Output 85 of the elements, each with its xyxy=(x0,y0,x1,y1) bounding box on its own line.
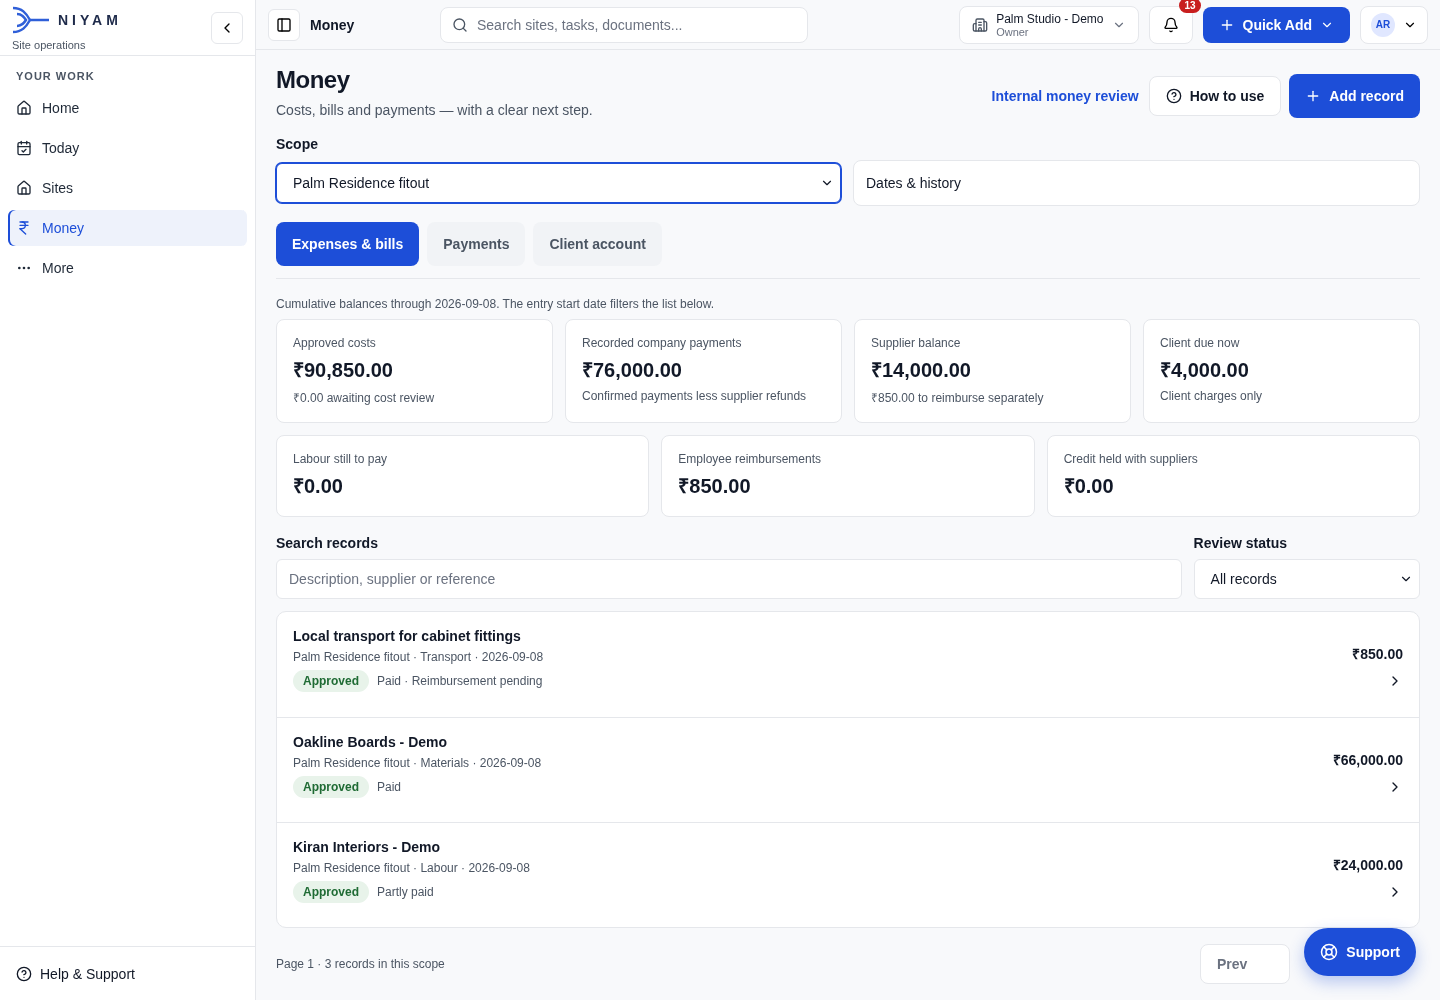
stat-label: Credit held with suppliers xyxy=(1063,452,1199,466)
stat-value: ₹0.00 xyxy=(293,474,344,499)
dates-history-toggle[interactable]: Dates & history xyxy=(853,160,1420,206)
brand-name: NIYAM xyxy=(58,11,122,28)
stat-value: ₹0.00 xyxy=(1063,474,1115,499)
stat-value: ₹90,850.00 xyxy=(293,358,394,383)
status-tag: Approved xyxy=(293,776,369,798)
stat-label: Client due now xyxy=(1160,336,1241,350)
stat-detail: ₹850.00 to reimburse separately xyxy=(871,390,1045,406)
organization-switcher[interactable]: Palm Studio - Demo Owner xyxy=(959,5,1139,44)
record-meta: Palm Residence fitout · Materials · 2026-09-08 xyxy=(293,756,542,770)
balances-note: Cumulative balances through 2026-09-08. The entry start date filters the list below. xyxy=(276,297,716,311)
review-status-select[interactable]: All records xyxy=(1193,559,1420,599)
quick-add-button[interactable]: Quick Add xyxy=(1202,6,1350,43)
search-field[interactable]: Search sites, tasks, documents... xyxy=(440,6,808,43)
page-title: Money xyxy=(276,66,351,94)
scope-select[interactable]: Palm Residence fitout xyxy=(276,163,841,203)
bell-icon xyxy=(1162,16,1179,33)
support-button[interactable]: Support xyxy=(1304,928,1416,976)
stat-label: Approved costs xyxy=(293,336,377,350)
status-tag: Approved xyxy=(293,881,369,903)
collapse-sidebar-button[interactable] xyxy=(211,11,243,44)
stat-value: ₹4,000.00 xyxy=(1160,358,1250,383)
stat-label: Employee reimbursements xyxy=(678,452,823,466)
record-title: Local transport for cabinet fittings xyxy=(293,628,522,644)
tab[interactable]: Payments xyxy=(427,222,526,266)
help-icon xyxy=(1165,88,1182,104)
pagination-summary: Page 1 · 3 records in this scope xyxy=(276,957,445,971)
stat-detail: Client charges only xyxy=(1160,389,1264,403)
stat-label: Labour still to pay xyxy=(293,452,389,466)
building-icon xyxy=(972,16,989,33)
record-meta: Palm Residence fitout · Labour · 2026-09-08 xyxy=(293,861,530,875)
tab[interactable]: Client account xyxy=(533,222,662,266)
tab[interactable]: Expenses & bills xyxy=(276,222,420,266)
previous-page-button[interactable]: Prev xyxy=(1200,944,1290,984)
calendar-icon xyxy=(16,140,32,156)
section-heading: YOUR WORK xyxy=(15,69,96,84)
house-icon xyxy=(16,100,32,116)
stat-detail: ₹0.00 awaiting cost review xyxy=(293,390,436,406)
sidebar-item[interactable]: Sites xyxy=(8,170,247,206)
stat-label: Supplier balance xyxy=(871,336,962,350)
help-icon xyxy=(16,965,32,982)
stat-value: ₹14,000.00 xyxy=(871,358,972,383)
record-row[interactable]: Kiran Interiors - Demo Palm Residence fitout · Labour · 2026-09-08 Approved Partly paid ₹24,000.00 xyxy=(277,822,1419,927)
house-icon xyxy=(16,180,32,196)
rupee-icon xyxy=(16,220,32,236)
search-records-label: Search records xyxy=(276,535,379,551)
sidebar-item[interactable]: Money xyxy=(8,210,247,246)
record-amount: ₹850.00 xyxy=(1352,645,1403,663)
sidebar-item[interactable]: Home xyxy=(8,90,247,126)
stat-value: ₹76,000.00 xyxy=(582,358,683,383)
internal-review-link[interactable]: Internal money review xyxy=(991,88,1139,104)
payment-status: Partly paid xyxy=(377,885,434,899)
notification-count: 13 xyxy=(1179,0,1201,13)
record-title: Kiran Interiors - Demo xyxy=(293,839,442,855)
brand-subtitle: Site operations xyxy=(12,38,87,51)
account-menu-button[interactable]: AR xyxy=(1360,5,1428,44)
add-record-button[interactable]: Add record xyxy=(1289,74,1420,118)
stat-label: Recorded company payments xyxy=(582,336,743,350)
record-amount: ₹66,000.00 xyxy=(1332,751,1403,769)
search-icon xyxy=(452,16,468,33)
record-title: Oakline Boards - Demo xyxy=(293,734,449,750)
record-row[interactable]: Local transport for cabinet fittings Palm Residence fitout · Transport · 2026-09-08 Approved Paid · Reimbursement pending ₹850.00 xyxy=(277,612,1419,717)
records-search-field[interactable]: Description, supplier or reference xyxy=(276,559,1182,599)
sidebar-item[interactable]: Today xyxy=(8,130,247,166)
avatar: AR xyxy=(1371,12,1395,37)
record-amount: ₹24,000.00 xyxy=(1332,856,1403,874)
page-subtitle: Costs, bills and payments — with a clear next step. xyxy=(276,102,593,118)
record-meta: Palm Residence fitout · Transport · 2026-09-08 xyxy=(293,650,544,664)
help-link[interactable]: Help & Support xyxy=(0,946,255,1000)
how-to-use-button[interactable]: How to use xyxy=(1148,76,1282,116)
stat-value: ₹850.00 xyxy=(678,474,752,499)
payment-status: Paid · Reimbursement pending xyxy=(377,674,543,688)
topbar-title: Money xyxy=(310,16,356,33)
review-status-label: Review status xyxy=(1193,535,1288,551)
record-row[interactable]: Oakline Boards - Demo Palm Residence fitout · Materials · 2026-09-08 Approved Paid ₹66,000.00 xyxy=(277,717,1419,822)
scope-label: Scope xyxy=(276,136,319,152)
status-tag: Approved xyxy=(293,670,369,692)
sidebar-panel-icon xyxy=(276,16,292,33)
stat-detail: Confirmed payments less supplier refunds xyxy=(582,389,808,403)
logo-icon xyxy=(12,4,50,35)
payment-status: Paid xyxy=(377,780,402,794)
lifebuoy-icon xyxy=(1320,943,1339,961)
sidebar-item[interactable]: More xyxy=(8,250,247,286)
panel-toggle-button[interactable] xyxy=(268,8,300,41)
